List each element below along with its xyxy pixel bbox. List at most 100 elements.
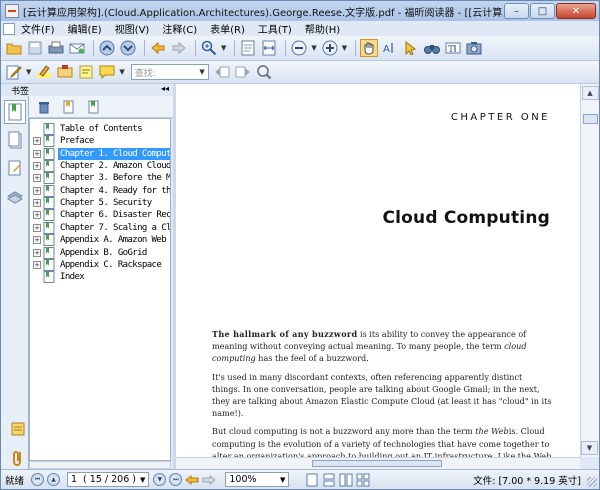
expand-plus-icon[interactable]: + xyxy=(33,174,41,183)
first-page-icon[interactable]: ⏮ xyxy=(31,473,44,486)
menu-tools[interactable]: 工具(T) xyxy=(258,21,292,36)
bookmark-item[interactable]: + Chapter 3. Before the Move ir xyxy=(30,172,170,185)
last-page-icon[interactable]: ⏭ xyxy=(169,473,183,486)
highlight-icon[interactable] xyxy=(35,63,53,81)
document-menu-icon[interactable] xyxy=(3,22,15,35)
edit-dropdown-icon[interactable]: ▼ xyxy=(26,68,31,76)
fit-width-icon[interactable] xyxy=(260,39,278,57)
zoom-out-dropdown-icon[interactable]: ▼ xyxy=(311,44,316,52)
edit-document-icon[interactable] xyxy=(5,63,23,81)
scroll-down-icon[interactable]: ▼ xyxy=(581,441,598,455)
menu-form[interactable]: 表单(R) xyxy=(210,21,245,36)
forward-arrow-icon[interactable] xyxy=(170,39,188,57)
horizontal-scroll-thumb[interactable] xyxy=(312,460,442,467)
zoom-out-icon[interactable] xyxy=(290,39,308,57)
scroll-up-icon[interactable]: ▲ xyxy=(581,86,599,100)
continuous-facing-view-icon[interactable] xyxy=(356,471,370,489)
bookmarks-tab-icon[interactable] xyxy=(4,100,26,124)
expand-plus-icon[interactable]: + xyxy=(33,236,41,245)
binoculars-icon[interactable] xyxy=(423,39,441,57)
select-annotation-icon[interactable] xyxy=(402,39,420,57)
layers-tab-icon[interactable] xyxy=(4,184,26,208)
zoom-tool-dropdown-icon[interactable]: ▼ xyxy=(221,44,226,52)
next-page-icon[interactable] xyxy=(119,39,137,57)
search-dropdown-icon[interactable]: ▼ xyxy=(199,68,204,76)
next-page-status-icon[interactable]: ▼ xyxy=(153,473,167,486)
expand-plus-icon[interactable]: + xyxy=(33,137,41,146)
select-text-icon[interactable]: A xyxy=(381,39,399,57)
print-icon[interactable] xyxy=(47,39,65,57)
close-button[interactable]: ✕ xyxy=(556,3,596,19)
find-next-icon[interactable] xyxy=(234,63,252,81)
find-previous-icon[interactable] xyxy=(213,63,231,81)
document-vertical-scrollbar[interactable]: ▲ ▼ xyxy=(580,84,599,457)
bookmark-item[interactable]: + Chapter 1. Cloud Computing xyxy=(30,147,170,160)
collapse-panel-button[interactable]: ◂◂ xyxy=(161,84,169,96)
save-icon[interactable] xyxy=(26,39,44,57)
vertical-scroll-thumb[interactable] xyxy=(583,114,598,124)
bookmark-item[interactable]: + Preface xyxy=(30,135,170,148)
facing-view-icon[interactable] xyxy=(339,471,353,489)
zoom-level-field[interactable]: 100% ▼ xyxy=(225,472,290,487)
document-horizontal-scrollbar[interactable] xyxy=(176,457,580,469)
email-icon[interactable] xyxy=(68,39,86,57)
expand-plus-icon[interactable]: + xyxy=(33,162,41,171)
snapshot-icon[interactable] xyxy=(465,39,483,57)
minimize-button[interactable]: – xyxy=(504,3,529,19)
maximize-button[interactable]: □ xyxy=(530,3,555,19)
zoom-dropdown-icon[interactable]: ▼ xyxy=(280,476,285,484)
bookmark-item[interactable]: + Chapter 2. Amazon Cloud Com xyxy=(30,160,170,173)
attachments-tab-icon[interactable] xyxy=(7,446,29,470)
fit-page-icon[interactable] xyxy=(239,39,257,57)
bookmark-item[interactable]: + Appendix A. Amazon Web Ser xyxy=(30,234,170,247)
previous-page-status-icon[interactable]: ▲ xyxy=(47,473,60,486)
bookmark-item[interactable]: Index xyxy=(30,271,170,284)
hand-tool-icon[interactable] xyxy=(360,39,379,57)
search-input[interactable]: 查找: ▼ xyxy=(130,64,209,80)
continuous-view-icon[interactable] xyxy=(322,471,336,489)
menu-file[interactable]: 文件(F) xyxy=(21,21,55,36)
note-icon[interactable] xyxy=(77,63,95,81)
menu-help[interactable]: 帮助(H) xyxy=(305,21,340,36)
bookmark-item[interactable]: + Appendix B. GoGrid xyxy=(30,246,170,259)
stamp-icon[interactable] xyxy=(56,63,74,81)
page-number-field[interactable]: 1 ( 15 / 206 ) ▼ xyxy=(67,472,150,487)
zoom-in-dropdown-icon[interactable]: ▼ xyxy=(342,44,347,52)
menu-comment[interactable]: 注释(C) xyxy=(162,21,197,36)
zoom-tool-icon[interactable] xyxy=(200,39,218,57)
back-arrow-icon[interactable] xyxy=(149,39,167,57)
bookmark-options-icon[interactable] xyxy=(85,98,103,116)
previous-page-icon[interactable] xyxy=(98,39,116,57)
comments-list-tab-icon[interactable] xyxy=(7,418,29,442)
expand-plus-icon[interactable]: + xyxy=(33,199,41,208)
expand-plus-icon[interactable]: + xyxy=(33,211,41,220)
pages-tab-icon[interactable] xyxy=(4,128,26,152)
open-folder-icon[interactable] xyxy=(5,39,23,57)
single-page-view-icon[interactable] xyxy=(305,471,319,489)
comment-dropdown-icon[interactable]: ▼ xyxy=(119,68,124,76)
zoom-in-icon[interactable] xyxy=(321,39,339,57)
page-dropdown-icon[interactable]: ▼ xyxy=(140,476,145,484)
delete-bookmark-icon[interactable] xyxy=(35,98,53,116)
resize-grip[interactable] xyxy=(587,477,597,487)
add-bookmark-icon[interactable] xyxy=(60,98,78,116)
comment-icon[interactable] xyxy=(98,63,116,81)
bookmark-tree-horizontal-scrollbar[interactable] xyxy=(29,461,171,469)
bookmark-item[interactable]: Table of Contents xyxy=(30,123,170,135)
typewriter-icon[interactable]: T xyxy=(444,39,462,57)
expand-plus-icon[interactable]: + xyxy=(33,149,41,158)
search-options-icon[interactable] xyxy=(255,63,273,81)
menu-view[interactable]: 视图(V) xyxy=(115,21,150,36)
bookmark-item[interactable]: + Chapter 7. Scaling a Cloud Inf xyxy=(30,221,170,234)
bookmark-item[interactable]: + Chapter 6. Disaster Recovery xyxy=(30,209,170,222)
menu-edit[interactable]: 编辑(E) xyxy=(68,21,102,36)
bookmark-item[interactable]: + Chapter 5. Security xyxy=(30,197,170,210)
expand-plus-icon[interactable]: + xyxy=(33,186,41,195)
go-forward-icon[interactable] xyxy=(202,471,217,489)
annotations-tab-icon[interactable] xyxy=(4,156,26,180)
bookmark-item[interactable]: + Chapter 4. Ready for the Clou xyxy=(30,184,170,197)
bookmark-item[interactable]: + Appendix C. Rackspace xyxy=(30,258,170,271)
go-back-icon[interactable] xyxy=(185,471,199,489)
expand-plus-icon[interactable]: + xyxy=(33,248,41,257)
expand-plus-icon[interactable]: + xyxy=(33,260,41,269)
